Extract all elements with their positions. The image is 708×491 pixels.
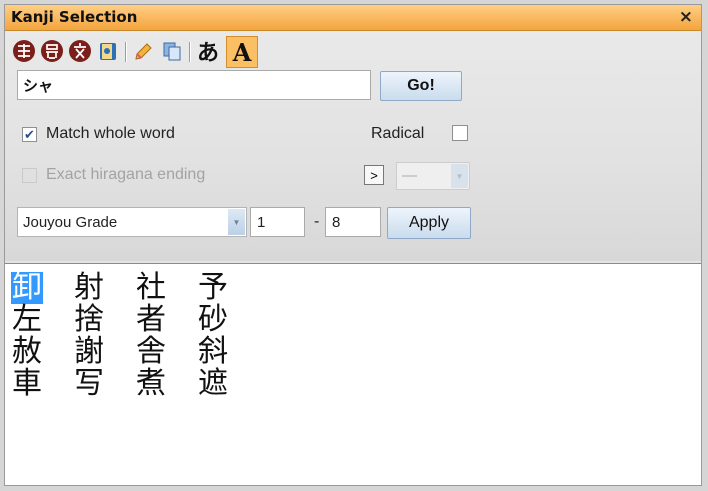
alphabet-mode-button[interactable]: A <box>226 36 258 68</box>
grade-mode-select[interactable]: Jouyou Grade ▼ <box>17 207 247 237</box>
reading-seal-icon[interactable] <box>39 38 65 64</box>
kanji-character: 煮 <box>136 366 166 401</box>
kanji-character: 赦 <box>12 334 42 369</box>
kanji-character: 舎 <box>136 334 166 369</box>
kanji-character: 写 <box>74 366 104 401</box>
kanji-character: 社 <box>136 270 166 305</box>
toolbar-separator <box>189 42 190 62</box>
radical-select: — ▼ <box>396 162 470 190</box>
apply-button[interactable]: Apply <box>387 207 471 239</box>
copy-pages-icon[interactable] <box>159 38 185 64</box>
kanji-result-item[interactable]: 謝 <box>73 336 135 368</box>
radical-checkbox[interactable] <box>452 125 468 141</box>
kanji-character: 捨 <box>74 302 104 337</box>
search-panel: あ A Go! ✔ Match whole word Exact hiragan… <box>5 31 701 261</box>
kanji-result-item[interactable]: 卸 <box>11 272 73 304</box>
match-whole-word-checkbox[interactable]: ✔ <box>22 126 37 142</box>
match-whole-word-option[interactable]: ✔ Match whole word <box>22 125 175 143</box>
hiragana-mode-button[interactable]: あ <box>195 38 221 66</box>
kanji-character: 者 <box>136 302 166 337</box>
kanji-selection-window: Kanji Selection × あ A シャ Go! ✔ Match who… <box>4 4 702 486</box>
kanji-results-list[interactable]: 卸射社予左捨者砂赦謝舎斜車写煮遮 <box>5 263 701 485</box>
radical-picker-button[interactable]: > <box>364 165 384 185</box>
kanji-character: 遮 <box>198 366 228 401</box>
grade-mode-value: Jouyou Grade <box>23 214 118 231</box>
kanji-character: 射 <box>74 270 104 305</box>
exact-hiragana-checkbox <box>22 167 37 183</box>
radical-select-value: — <box>402 167 417 184</box>
window-title: Kanji Selection <box>11 8 138 26</box>
kanji-character: 砂 <box>198 302 228 337</box>
search-input[interactable] <box>17 70 371 100</box>
exact-hiragana-option: Exact hiragana ending <box>22 166 205 184</box>
book-icon[interactable] <box>95 38 121 64</box>
kanji-character: 卸 <box>11 270 43 305</box>
chevron-down-icon[interactable]: ▼ <box>228 209 245 235</box>
radical-label: Radical <box>371 125 425 142</box>
kanji-result-item[interactable]: 写 <box>73 368 135 400</box>
kanji-result-item[interactable]: 煮 <box>135 368 197 400</box>
kanji-result-item[interactable]: 遮 <box>197 368 259 400</box>
text-seal-icon[interactable] <box>67 38 93 64</box>
dictionary-seal-icon[interactable] <box>11 38 37 64</box>
kanji-result-item[interactable]: 者 <box>135 304 197 336</box>
toolbar-separator <box>125 42 126 62</box>
chevron-down-icon: ▼ <box>451 164 468 188</box>
kanji-grid: 卸射社予左捨者砂赦謝舎斜車写煮遮 <box>11 272 259 400</box>
title-bar[interactable]: Kanji Selection × <box>5 5 701 31</box>
grade-from-input[interactable] <box>250 207 305 237</box>
kanji-character: 謝 <box>74 334 104 369</box>
kanji-character: 予 <box>198 270 228 305</box>
pencil-icon[interactable] <box>131 38 157 64</box>
kanji-result-item[interactable]: 左 <box>11 304 73 336</box>
kanji-result-item[interactable]: 車 <box>11 368 73 400</box>
kanji-result-item[interactable]: 砂 <box>197 304 259 336</box>
match-whole-word-label: Match whole word <box>46 125 175 142</box>
kanji-result-item[interactable]: 社 <box>135 272 197 304</box>
kanji-result-item[interactable]: 赦 <box>11 336 73 368</box>
kanji-character: 車 <box>12 366 42 401</box>
go-button[interactable]: Go! <box>380 71 462 101</box>
kanji-result-item[interactable]: 予 <box>197 272 259 304</box>
kanji-character: 左 <box>12 302 42 337</box>
kanji-result-item[interactable]: 斜 <box>197 336 259 368</box>
close-button[interactable]: × <box>679 7 693 27</box>
grade-to-input[interactable] <box>325 207 381 237</box>
range-dash: - <box>314 213 320 230</box>
kanji-result-item[interactable]: 捨 <box>73 304 135 336</box>
kanji-character: 斜 <box>198 334 228 369</box>
kanji-result-item[interactable]: 射 <box>73 272 135 304</box>
kanji-result-item[interactable]: 舎 <box>135 336 197 368</box>
exact-hiragana-label: Exact hiragana ending <box>46 166 206 183</box>
